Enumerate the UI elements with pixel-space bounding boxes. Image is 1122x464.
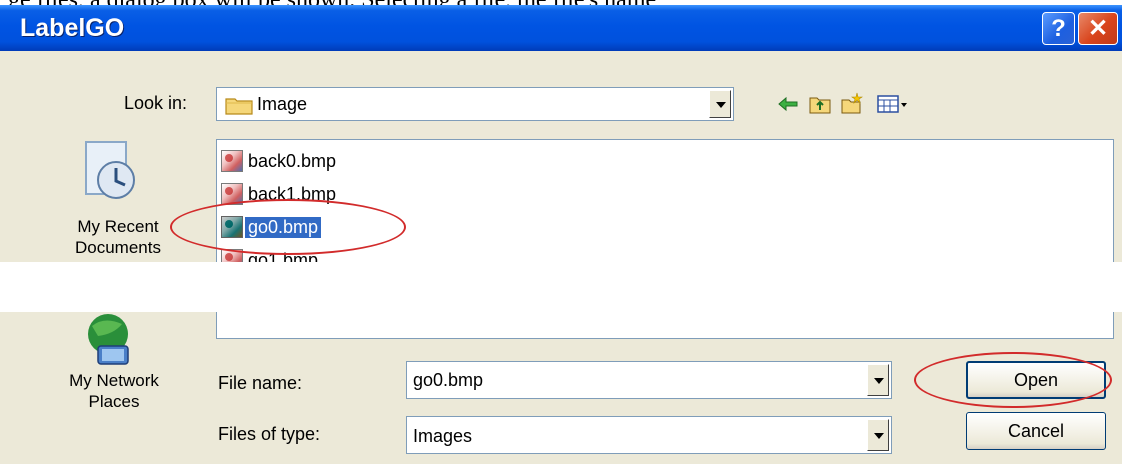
files-of-type-label: Files of type:: [218, 424, 321, 444]
file-name-label: File name:: [218, 373, 303, 393]
help-icon: ?: [1051, 15, 1066, 42]
redaction-band: [0, 262, 1122, 312]
close-button[interactable]: ✕: [1078, 12, 1118, 45]
places-network-line2: Places: [88, 392, 140, 411]
file-name-dropdown-arrow[interactable]: [867, 364, 889, 396]
recent-documents-icon[interactable]: [78, 138, 142, 202]
places-recent-line1: My Recent: [77, 217, 159, 236]
folder-icon: [225, 98, 253, 115]
open-file-dialog: LabelGO ? ✕ Look in: Image My Recent Doc…: [0, 5, 1122, 464]
file-name-input[interactable]: go0.bmp: [413, 370, 483, 391]
up-folder-icon[interactable]: [808, 92, 832, 116]
view-menu-icon[interactable]: [876, 92, 910, 116]
back-arrow-icon[interactable]: [776, 92, 800, 116]
close-icon: ✕: [1087, 15, 1109, 42]
look-in-dropdown-arrow[interactable]: [709, 90, 731, 118]
annotation-oval-open-button: [914, 352, 1112, 408]
look-in-label: Look in:: [124, 93, 188, 113]
look-in-combobox[interactable]: Image: [216, 87, 734, 121]
list-item[interactable]: back0.bmp: [221, 148, 339, 174]
help-button[interactable]: ?: [1042, 12, 1075, 45]
cancel-button[interactable]: Cancel: [966, 412, 1106, 450]
places-recent-line2: Documents: [75, 238, 161, 257]
places-network-line1: My Network: [69, 371, 159, 390]
places-recent-documents[interactable]: My Recent Documents: [48, 216, 188, 258]
files-of-type-value: Images: [413, 426, 473, 446]
title-bar[interactable]: LabelGO ? ✕: [0, 5, 1122, 51]
files-of-type-dropdown-arrow[interactable]: [867, 419, 889, 451]
network-places-icon[interactable]: [78, 312, 142, 370]
places-network[interactable]: My Network Places: [44, 370, 184, 412]
file-name: back0.bmp: [248, 150, 337, 171]
dialog-title: LabelGO: [20, 14, 125, 42]
annotation-oval-selected-file: [170, 199, 406, 255]
file-name-combobox[interactable]: go0.bmp: [406, 361, 892, 399]
bitmap-file-icon: [221, 150, 243, 172]
look-in-value: Image: [257, 94, 308, 114]
new-folder-icon[interactable]: [840, 92, 864, 116]
files-of-type-combobox[interactable]: Images: [406, 416, 892, 454]
